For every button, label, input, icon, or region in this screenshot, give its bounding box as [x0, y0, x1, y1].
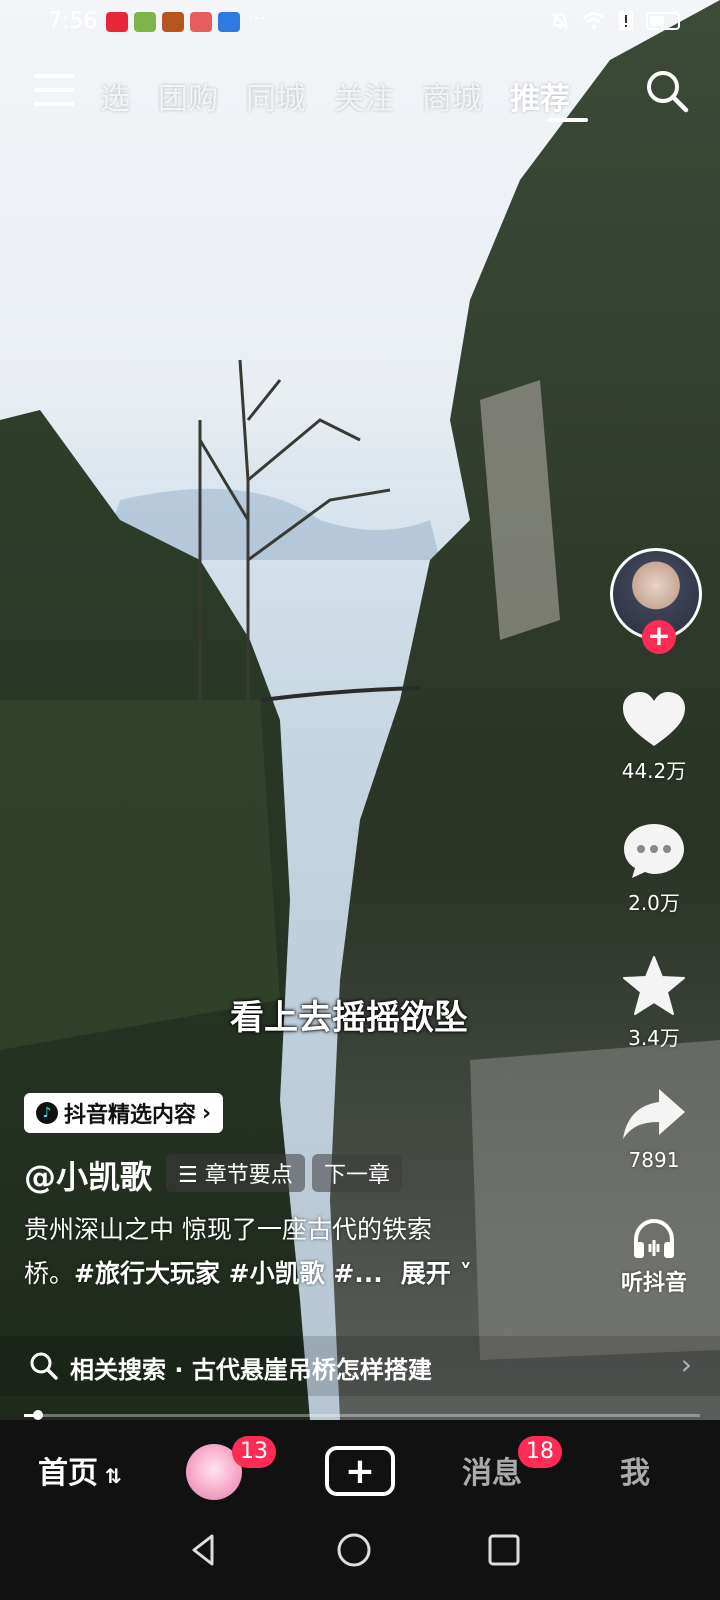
app-notification-icon	[190, 12, 212, 32]
comment-button[interactable]: 2.0万	[614, 820, 694, 916]
progress-handle[interactable]	[32, 1410, 43, 1420]
plus-icon: +	[344, 1450, 376, 1492]
tiktok-logo-icon: ♪	[36, 1102, 58, 1124]
like-button[interactable]: 44.2万	[614, 690, 694, 784]
listen-label: 听抖音	[620, 1271, 687, 1296]
wifi-icon	[583, 12, 605, 30]
battery-icon	[646, 12, 680, 30]
expand-button[interactable]: 展开 ˅	[401, 1259, 472, 1288]
top-nav: 选 团购 同城 关注 商城 推荐	[0, 66, 720, 126]
menu-icon[interactable]	[34, 74, 74, 110]
mute-icon	[552, 12, 568, 29]
search-icon[interactable]	[642, 66, 692, 116]
more-notifications: ···	[248, 8, 266, 29]
sim-alert-icon	[619, 11, 633, 31]
description-line-2: 桥。	[24, 1259, 75, 1288]
listen-button[interactable]: 听抖音	[604, 1218, 704, 1297]
video-progress-bar[interactable]	[24, 1410, 700, 1420]
heart-icon	[623, 692, 685, 746]
tab-following[interactable]: 关注	[334, 74, 394, 118]
follow-plus-button[interactable]: +	[642, 620, 676, 654]
expand-label: 展开	[400, 1259, 451, 1288]
star-icon	[623, 956, 685, 1015]
search-icon	[30, 1352, 58, 1380]
recents-icon[interactable]	[486, 1532, 522, 1568]
feed-tabs: 选 团购 同城 关注 商城 推荐	[100, 74, 570, 118]
tab-recommended[interactable]: 推荐	[510, 74, 570, 118]
chevron-right-icon: ›	[202, 1100, 212, 1126]
friends-badge: 13	[232, 1436, 276, 1468]
comment-count: 2.0万	[628, 891, 680, 915]
chevron-right-icon: ›	[680, 1348, 692, 1381]
tab-featured[interactable]: 选	[100, 74, 130, 118]
messages-badge: 18	[518, 1436, 562, 1468]
related-search-bar[interactable]: 相关搜索 · 古代悬崖吊桥怎样搭建 ›	[0, 1336, 720, 1396]
create-button[interactable]: +	[325, 1446, 395, 1496]
favorite-count: 3.4万	[628, 1026, 680, 1050]
app-notification-icon	[106, 12, 128, 32]
tab-group-buy[interactable]: 团购	[158, 74, 218, 118]
swap-icon: ⇅	[98, 1464, 122, 1488]
related-search-label: 相关搜索 · 古代悬崖吊桥怎样搭建	[70, 1356, 432, 1384]
status-time: 7:56	[48, 9, 98, 34]
share-icon	[623, 1089, 685, 1139]
next-chapter-button[interactable]: 下一章	[312, 1154, 403, 1192]
author-name[interactable]: @小凯歌	[24, 1152, 152, 1198]
favorite-button[interactable]: 3.4万	[614, 955, 694, 1051]
system-navigation-bar	[0, 1520, 720, 1600]
bottom-nav: 首页 ⇅ 13 + 消息 18 我	[0, 1420, 720, 1520]
chapter-points-button[interactable]: ☰ 章节要点	[166, 1154, 305, 1192]
chevron-down-icon: ˅	[450, 1259, 472, 1288]
tab-mall[interactable]: 商城	[422, 74, 482, 118]
share-button[interactable]: 7891	[614, 1085, 694, 1172]
share-count: 7891	[628, 1148, 680, 1172]
comment-icon	[624, 824, 684, 878]
active-tab-indicator	[548, 118, 588, 122]
nav-home-label: 首页	[38, 1456, 98, 1491]
back-icon[interactable]	[186, 1532, 222, 1568]
headphones-icon	[634, 1218, 674, 1258]
nav-messages[interactable]: 消息	[462, 1448, 522, 1492]
nav-me[interactable]: 我	[620, 1448, 650, 1492]
notification-icons	[106, 12, 240, 32]
featured-content-label: 抖音精选内容	[64, 1103, 197, 1128]
description-line-1: 贵州深山之中 惊现了一座古代的铁索	[24, 1215, 432, 1244]
nav-home[interactable]: 首页 ⇅	[38, 1448, 122, 1492]
app-notification-icon	[218, 12, 240, 32]
hashtags[interactable]: #旅行大玩家 #小凯歌 #...	[74, 1259, 383, 1288]
video-player[interactable]: 7:56 ··· 选 团购 同城 关注 商城 推荐 看上去摇摇欲坠 + 44.2…	[0, 0, 720, 1420]
video-subtitle: 看上去摇摇欲坠	[230, 998, 468, 1038]
status-bar: 7:56 ···	[0, 0, 720, 44]
featured-content-badge[interactable]: ♪ 抖音精选内容 ›	[24, 1093, 224, 1133]
tab-nearby[interactable]: 同城	[246, 74, 306, 118]
like-count: 44.2万	[621, 759, 687, 783]
video-description: 贵州深山之中 惊现了一座古代的铁索 桥。#旅行大玩家 #小凯歌 #... 展开 …	[24, 1208, 514, 1296]
app-notification-icon	[134, 12, 156, 32]
home-icon[interactable]	[336, 1532, 372, 1568]
video-scenery	[0, 0, 720, 1420]
app-notification-icon	[162, 12, 184, 32]
